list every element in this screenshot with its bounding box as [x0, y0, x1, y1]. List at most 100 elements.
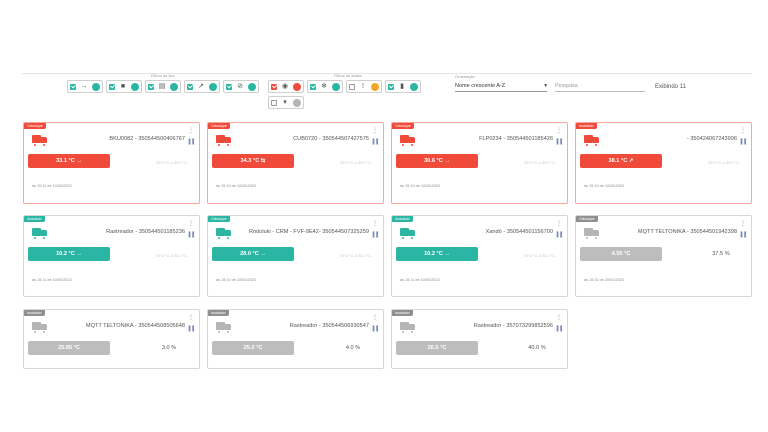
filter-count-icon: [370, 82, 379, 91]
bar-chart-icon[interactable]: ▐▐: [371, 232, 378, 238]
checkbox[interactable]: [109, 83, 115, 90]
more-options-icon[interactable]: ⋮: [556, 128, 562, 134]
ordering-label: Ordenação: [455, 74, 475, 79]
checkbox[interactable]: [70, 83, 76, 90]
temperature-reading: 10.2 °C →: [28, 247, 110, 261]
truck-icon: [32, 322, 47, 334]
checkbox[interactable]: [388, 83, 394, 90]
filter-count-icon: [409, 82, 418, 91]
device-title: MQTT TELTONIKA - 350544508505648: [85, 323, 185, 329]
temperature-range: 25.0 °C a 30.0 °C: [524, 253, 556, 258]
status-badge: Clássique: [208, 216, 230, 222]
device-title: Xandó - 350544501156700: [485, 229, 553, 235]
checkbox[interactable]: [310, 83, 316, 90]
device-card[interactable]: Instalado ⋮ ▐▐ Rastreador - 350544501185236…: [23, 215, 200, 297]
temperature-range: 25.0 °C a 30.0 °C: [340, 253, 372, 258]
device-card[interactable]: Instalado ⋮ ▐▐ MQTT TELTONIKA - 35054450850…: [23, 309, 200, 369]
type-chip-truck[interactable]: ■: [106, 80, 142, 93]
results-count: Exibindo 11: [655, 84, 686, 90]
bar-chart-icon[interactable]: ▐▐: [371, 139, 378, 145]
ordering-select[interactable]: Nome crescente A-Z ▾: [455, 81, 547, 92]
checkbox[interactable]: [226, 83, 232, 90]
search-input[interactable]: Pesquisa: [555, 81, 645, 92]
status-badge: Instalado: [208, 310, 229, 316]
type-chip-arrow[interactable]: →: [67, 80, 103, 93]
status-chip-warning[interactable]: !: [346, 80, 382, 93]
checkbox[interactable]: [148, 83, 154, 90]
status-chip-thermometer[interactable]: ▮: [385, 80, 421, 93]
truck-icon: [216, 228, 231, 240]
humidity-reading: 40.0 %: [528, 345, 546, 351]
truck-icon: [400, 322, 415, 334]
temperature-reading: 10.2 °C →: [396, 247, 478, 261]
last-update-time: às 15:10 de 10/03/2023: [400, 184, 440, 188]
truck-icon: [400, 135, 415, 147]
temperature-reading: 33.1 °C →: [28, 154, 110, 168]
more-options-icon[interactable]: ⋮: [188, 315, 194, 321]
more-options-icon[interactable]: ⋮: [372, 128, 378, 134]
bar-chart-icon[interactable]: ▐▐: [187, 232, 194, 238]
type-filter-group: Filtros de tipo → ■ ▤ ↗ ⊘: [67, 72, 259, 93]
status-chip-drop[interactable]: ◉: [268, 80, 304, 93]
device-card[interactable]: Clássique ⋮ ▐▐ MQTT TELTONIKA - 35054450194…: [575, 215, 752, 297]
container-icon: ▤: [158, 83, 166, 90]
type-chip-container[interactable]: ▤: [145, 80, 181, 93]
filter-count-icon: [170, 82, 178, 91]
bar-chart-icon[interactable]: ▐▐: [739, 232, 746, 238]
last-update-time: às 15:11 de 10/03/2023: [32, 184, 72, 188]
status-filter-label: Filtros de status: [333, 73, 363, 78]
device-title: CUB0720 - 350544507427575: [293, 136, 369, 142]
device-card[interactable]: Clássique ⋮ ▐▐ BKU0082 - 350544500406767 33.…: [23, 122, 200, 204]
device-card[interactable]: Clássique ⋮ ▐▐ FLP0234 - 350544501185426 30.…: [391, 122, 568, 204]
device-card[interactable]: Clássique ⋮ ▐▐ Rodoluki - CRM - FVF-9E42- 3…: [207, 215, 384, 297]
device-card[interactable]: Clássique ⋮ ▐▐ CUB0720 - 350544507427575 34.…: [207, 122, 384, 204]
status-badge: Instalado: [392, 216, 413, 222]
bar-chart-icon[interactable]: ▐▐: [555, 232, 562, 238]
device-card[interactable]: Instalado ⋮ ▐▐ - 350424067243996 38.1 °C ↗ 25…: [575, 122, 752, 204]
device-title: FLP0234 - 350544501185426: [479, 136, 553, 142]
checkbox[interactable]: [187, 83, 193, 90]
sensor-icon: ↗: [198, 83, 204, 90]
bar-chart-icon[interactable]: ▐▐: [187, 326, 194, 332]
more-options-icon[interactable]: ⋮: [740, 128, 746, 134]
filter-count-icon: [130, 82, 139, 91]
bar-chart-icon[interactable]: ▐▐: [555, 326, 562, 332]
truck-icon: [32, 228, 47, 240]
temperature-reading: 25.3 °C: [212, 341, 294, 355]
device-card[interactable]: Instalado ⋮ ▐▐ Xandó - 350544501156700 10.2 …: [391, 215, 568, 297]
more-options-icon[interactable]: ⋮: [372, 315, 378, 321]
truck-icon: [32, 135, 47, 147]
more-options-icon[interactable]: ⋮: [188, 128, 194, 134]
checkbox[interactable]: [349, 83, 355, 90]
status-badge: Clássique: [576, 216, 598, 222]
temperature-range: 25.0 °C a 30.0 °C: [156, 253, 188, 258]
truck-icon: [584, 228, 599, 240]
truck-icon: [584, 135, 599, 147]
more-options-icon[interactable]: ⋮: [372, 221, 378, 227]
status-chip-snowflake[interactable]: ❄: [307, 80, 343, 93]
bar-chart-icon[interactable]: ▐▐: [371, 326, 378, 332]
type-chip-sensor[interactable]: ↗: [184, 80, 220, 93]
filter-count-icon: [209, 82, 217, 91]
checkbox[interactable]: [271, 99, 277, 106]
more-options-icon[interactable]: ⋮: [556, 315, 562, 321]
filter-count-icon: [292, 82, 301, 91]
more-options-icon[interactable]: ⋮: [740, 221, 746, 227]
more-options-icon[interactable]: ⋮: [188, 221, 194, 227]
bar-chart-icon[interactable]: ▐▐: [555, 139, 562, 145]
device-card[interactable]: Instalado ⋮ ▐▐ Rastreador - 350544506930547…: [207, 309, 384, 369]
truck-icon: ■: [120, 83, 126, 90]
ordering-control: Ordenação Nome crescente A-Z ▾: [455, 73, 547, 92]
device-title: Rodoluki - CRM - FVF-9E42- 3505445073252…: [248, 229, 369, 235]
status-badge: Clássique: [24, 123, 46, 129]
checkbox[interactable]: [271, 83, 277, 90]
status-chip-wifi[interactable]: ▾: [268, 96, 304, 109]
device-card[interactable]: Instalado ⋮ ▐▐ Rastreador - 357073299852596…: [391, 309, 568, 369]
more-options-icon[interactable]: ⋮: [556, 221, 562, 227]
bar-chart-icon[interactable]: ▐▐: [739, 139, 746, 145]
last-update-time: às 15:10 de 10/03/2023: [584, 184, 624, 188]
last-update-time: às 15:11 de 10/03/2023: [32, 278, 72, 282]
type-chip-blocked[interactable]: ⊘: [223, 80, 259, 93]
thermometer-icon: ▮: [400, 83, 404, 90]
bar-chart-icon[interactable]: ▐▐: [187, 139, 194, 145]
